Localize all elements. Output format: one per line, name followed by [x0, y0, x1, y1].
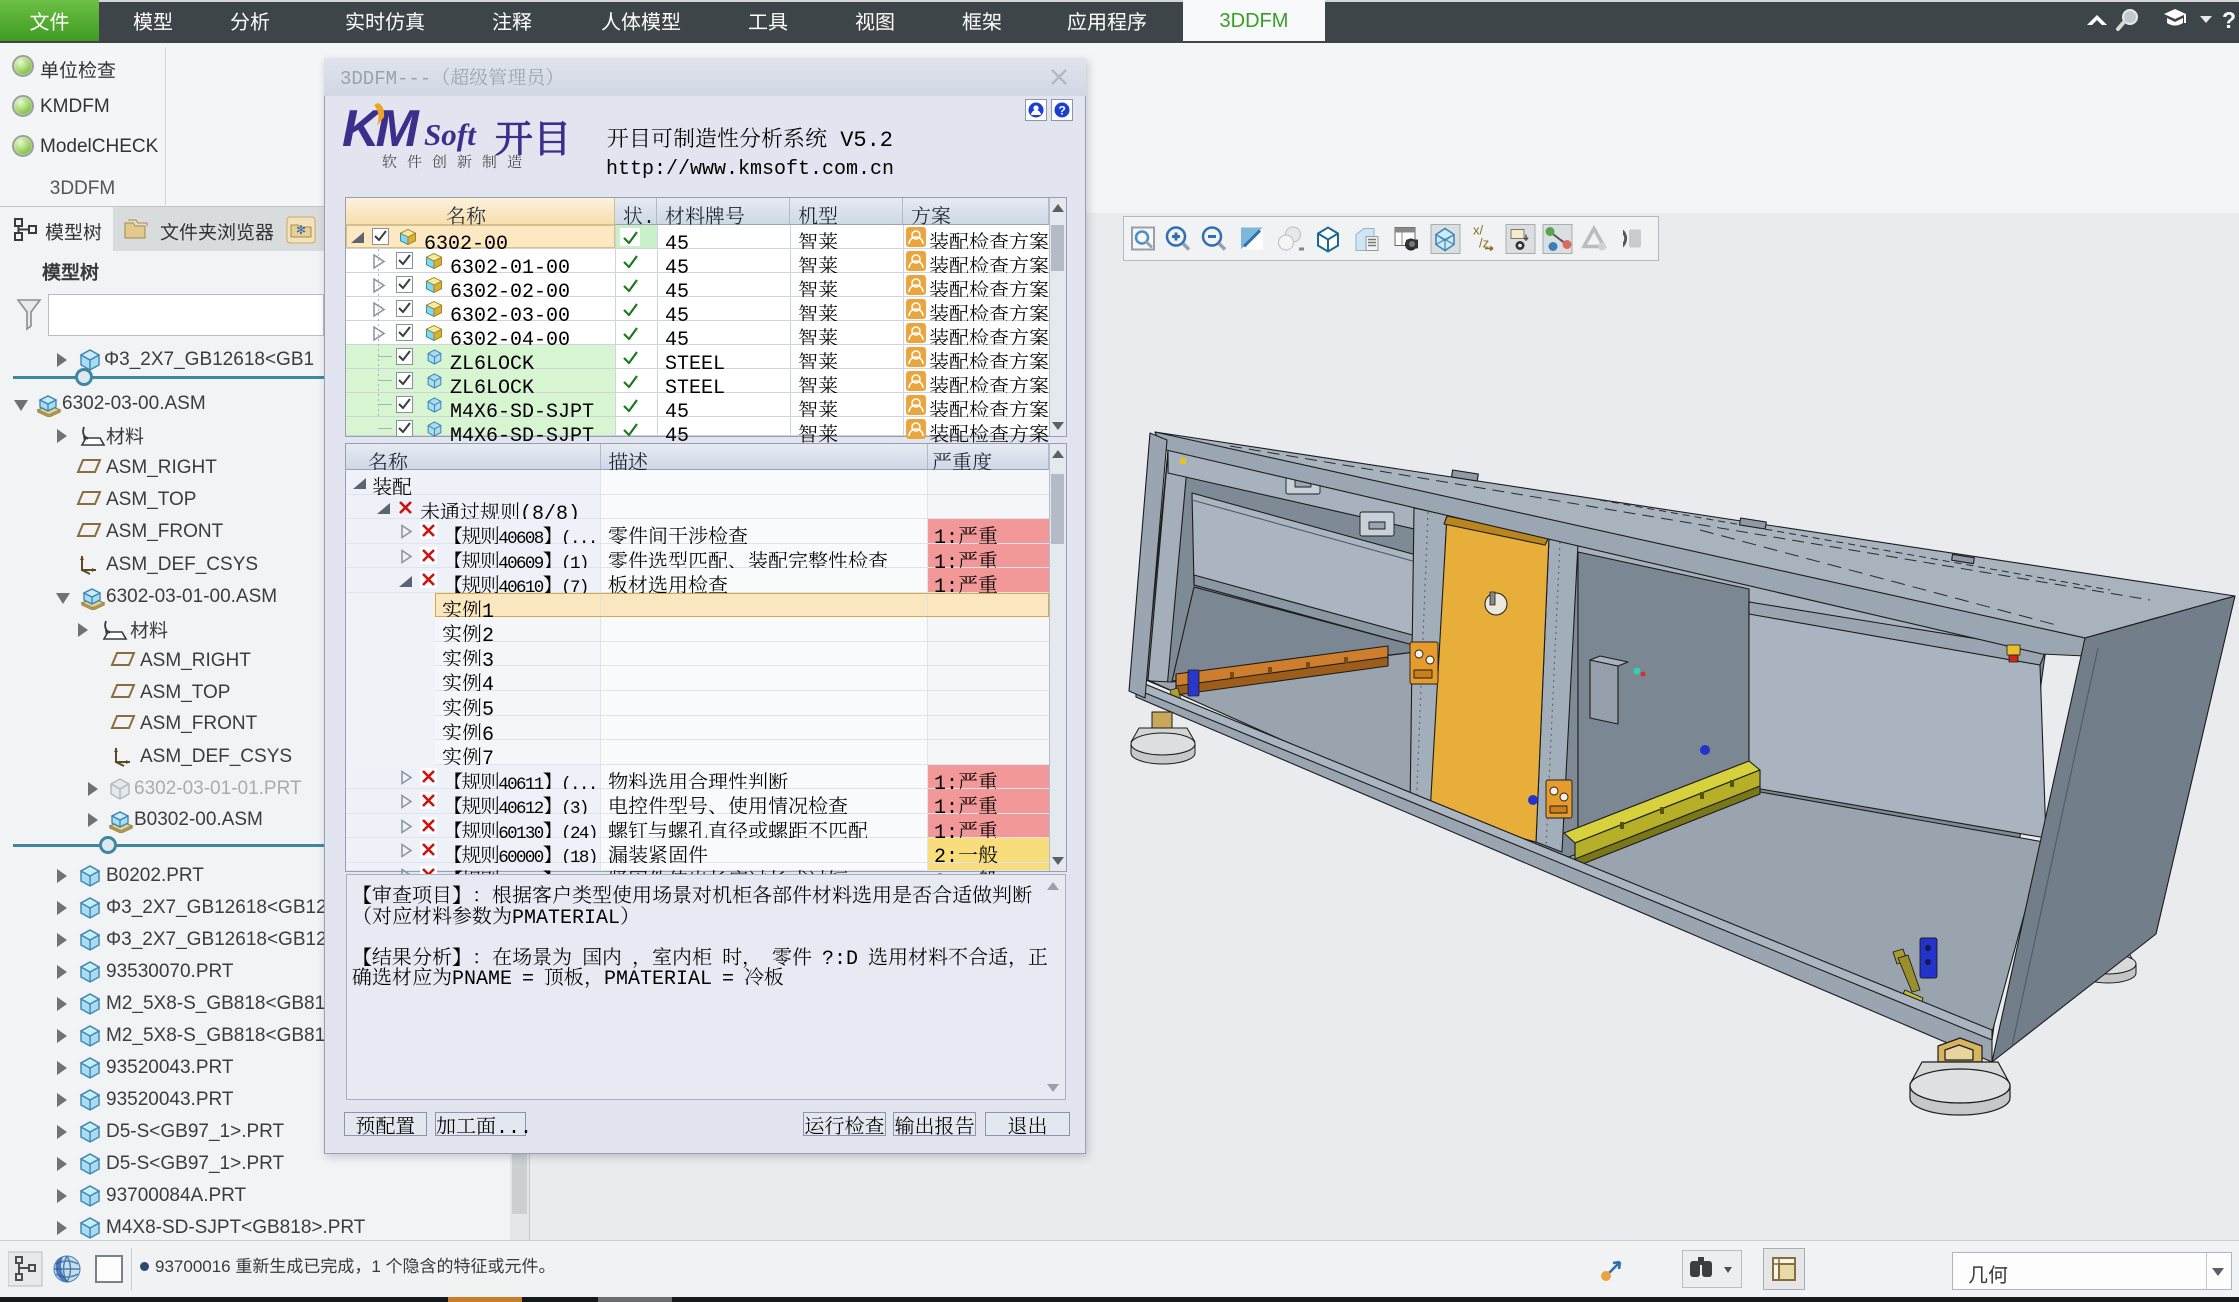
svg-text:✻: ✻: [296, 223, 306, 237]
svg-text:Soft: Soft: [424, 117, 477, 152]
svg-text:?: ?: [1059, 104, 1066, 118]
svg-text:?: ?: [2222, 7, 2235, 33]
